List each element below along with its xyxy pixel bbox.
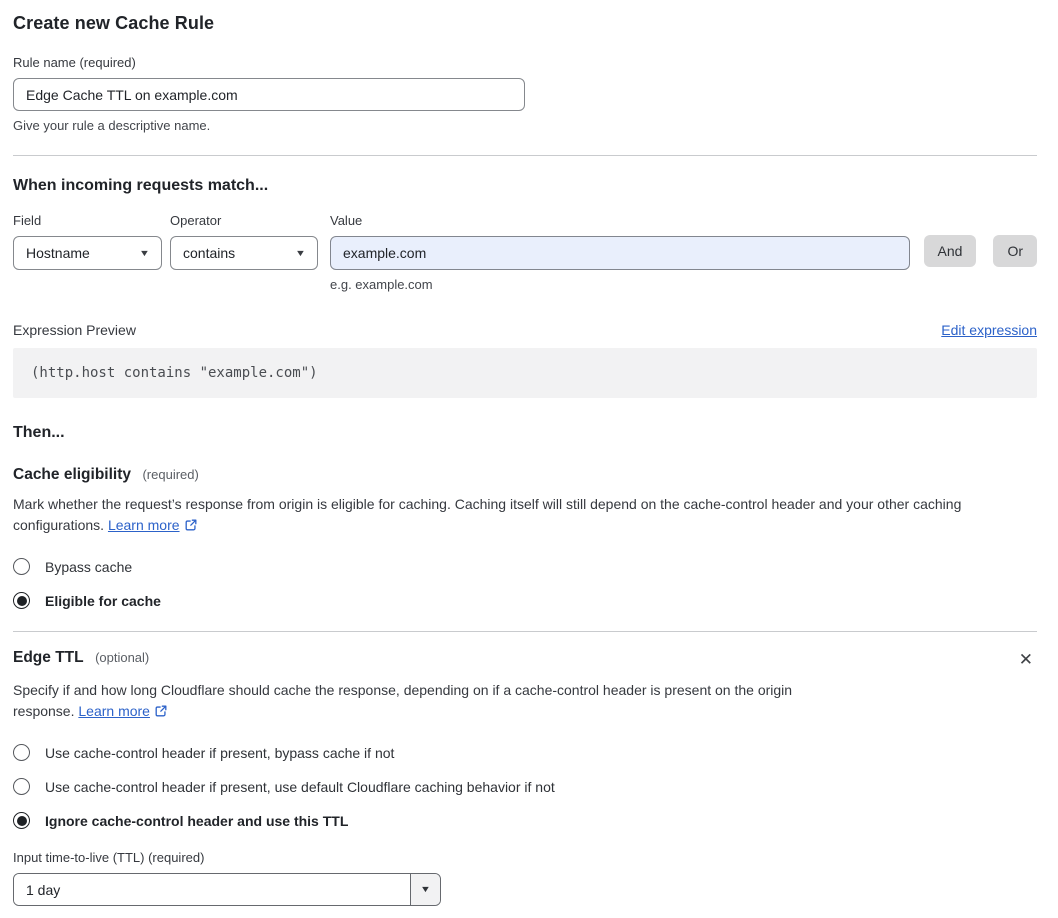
edge-ttl-description: Specify if and how long Cloudflare shoul… [13, 680, 845, 724]
divider [13, 155, 1037, 156]
field-label: Field [13, 213, 42, 228]
learn-more-link[interactable]: Learn more [108, 517, 180, 533]
learn-more-link[interactable]: Learn more [78, 703, 150, 719]
value-label: Value [330, 213, 363, 228]
field-column: Field Hostname ▼ [13, 213, 162, 270]
ttl-input-group: Input time-to-live (TTL) (required) ▼ [13, 850, 1037, 906]
edge-ttl-section: Edge TTL (optional) ✕ Specify if and how… [13, 649, 1037, 906]
rule-name-help: Give your rule a descriptive name. [13, 118, 211, 133]
expression-preview-header: Expression Preview Edit expression [13, 322, 1037, 338]
divider [13, 631, 1037, 632]
cache-eligibility-description: Mark whether the request’s response from… [13, 494, 1037, 538]
rule-name-input[interactable] [13, 78, 525, 111]
radio-icon[interactable] [13, 744, 30, 761]
rule-name-group: Rule name (required) Give your rule a de… [13, 55, 1037, 133]
expression-builder-row: Field Hostname ▼ Operator contains ▼ Val… [13, 213, 1037, 292]
radio-option-label: Ignore cache-control header and use this… [45, 812, 349, 829]
radio-option-bypass-cache[interactable]: Bypass cache [13, 558, 1037, 575]
create-cache-rule-page: Create new Cache Rule Rule name (require… [0, 0, 1058, 918]
radio-icon[interactable] [13, 558, 30, 575]
ttl-dropdown-button[interactable]: ▼ [410, 874, 440, 905]
radio-option-use-header-bypass[interactable]: Use cache-control header if present, byp… [13, 744, 1037, 761]
conjunction-buttons: And Or [910, 213, 1037, 267]
external-link-icon [184, 517, 198, 538]
cache-eligibility-options: Bypass cache Eligible for cache [13, 558, 1037, 609]
radio-option-label: Use cache-control header if present, use… [45, 778, 555, 795]
chevron-down-icon: ▼ [419, 884, 432, 894]
rule-name-label: Rule name (required) [13, 55, 136, 70]
expression-preview-label: Expression Preview [13, 322, 136, 338]
and-button[interactable]: And [923, 235, 977, 267]
value-input[interactable] [330, 236, 910, 270]
or-button[interactable]: Or [993, 235, 1037, 267]
page-title: Create new Cache Rule [13, 13, 215, 33]
expression-preview-code: (http.host contains "example.com") [13, 348, 1037, 398]
edit-expression-link[interactable]: Edit expression [941, 322, 1037, 338]
value-help: e.g. example.com [330, 277, 433, 292]
cache-eligibility-section: Cache eligibility (required) Mark whethe… [13, 466, 1037, 609]
edge-ttl-requirement: (optional) [95, 650, 150, 665]
cache-eligibility-requirement: (required) [142, 467, 199, 482]
chevron-down-icon: ▼ [138, 247, 151, 258]
close-icon[interactable]: ✕ [1015, 649, 1037, 670]
external-link-icon [154, 703, 168, 724]
edge-ttl-options: Use cache-control header if present, byp… [13, 744, 1037, 829]
operator-column: Operator contains ▼ [170, 213, 318, 270]
ttl-combobox: ▼ [13, 873, 441, 906]
ttl-input[interactable] [14, 874, 410, 905]
field-select-value: Hostname [26, 245, 90, 261]
radio-checked-icon[interactable] [13, 812, 30, 829]
cache-eligibility-title: Cache eligibility [13, 466, 132, 483]
edge-ttl-title: Edge TTL [13, 649, 84, 666]
chevron-down-icon: ▼ [294, 247, 307, 258]
radio-option-label: Use cache-control header if present, byp… [45, 744, 395, 761]
radio-option-label: Bypass cache [45, 558, 133, 575]
then-heading: Then... [13, 424, 65, 441]
operator-select[interactable]: contains ▼ [170, 236, 318, 270]
radio-option-use-header-default[interactable]: Use cache-control header if present, use… [13, 778, 1037, 795]
value-column: Value e.g. example.com [330, 213, 910, 292]
ttl-label: Input time-to-live (TTL) (required) [13, 850, 205, 865]
radio-option-eligible-for-cache[interactable]: Eligible for cache [13, 592, 1037, 609]
radio-checked-icon[interactable] [13, 592, 30, 609]
match-section: When incoming requests match... Field Ho… [13, 177, 1037, 398]
operator-label: Operator [170, 213, 222, 228]
radio-icon[interactable] [13, 778, 30, 795]
match-heading: When incoming requests match... [13, 177, 269, 194]
field-select[interactable]: Hostname ▼ [13, 236, 162, 270]
edge-ttl-header: Edge TTL (optional) ✕ [13, 649, 1037, 670]
radio-option-ignore-header-use-ttl[interactable]: Ignore cache-control header and use this… [13, 812, 1037, 829]
operator-select-value: contains [183, 245, 236, 261]
radio-option-label: Eligible for cache [45, 592, 161, 609]
